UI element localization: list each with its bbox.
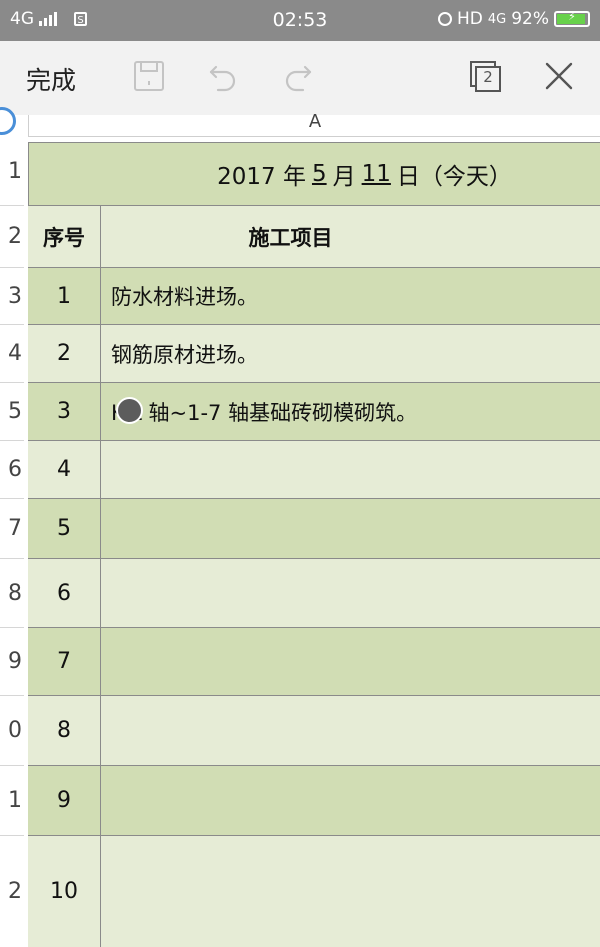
row-number[interactable]: 6 xyxy=(0,441,24,499)
table-row: 4 xyxy=(28,441,600,499)
title-month-suffix: 月 xyxy=(332,164,356,190)
table-row: 9 xyxy=(28,766,600,836)
column-header: A xyxy=(0,107,600,137)
status-right: HD 4G 92% ⚡ xyxy=(437,9,590,29)
row-number[interactable]: 1 xyxy=(0,766,24,836)
header-seq-cell[interactable]: 序号 xyxy=(28,206,101,267)
seq-cell[interactable]: 10 xyxy=(28,836,101,947)
seq-cell[interactable]: 4 xyxy=(28,441,101,498)
table-row: 6 xyxy=(28,559,600,628)
status-bar: 4G S 02:53 HD 4G 92% ⚡ xyxy=(0,0,600,41)
item-cell[interactable] xyxy=(101,696,600,765)
row-number-gutter: 1 2 3 4 5 6 7 8 9 0 1 2 xyxy=(0,137,28,947)
header-item-cell[interactable]: 施工项目 xyxy=(101,206,600,267)
seq-cell[interactable]: 5 xyxy=(28,499,101,558)
close-icon[interactable] xyxy=(542,59,576,93)
save-icon[interactable] xyxy=(132,59,166,93)
item-cell[interactable] xyxy=(101,766,600,835)
toolbar: 完成 2 xyxy=(0,41,600,116)
table-row: 8 xyxy=(28,696,600,766)
title-day-suffix: 日（今天） xyxy=(396,164,512,190)
redo-icon[interactable] xyxy=(281,59,315,93)
hd-label: HD xyxy=(456,9,483,29)
item-cell[interactable] xyxy=(101,441,600,498)
title-year: 2017 年 xyxy=(217,164,306,190)
date-title: 2017 年 5 月 11 日（今天） xyxy=(29,143,600,205)
table-row: 10 xyxy=(28,836,600,947)
table-row: 7 xyxy=(28,628,600,696)
row-number[interactable]: 2 xyxy=(0,206,24,268)
item-cell[interactable]: K-L 轴~1-7 轴基础砖砌模砌筑。 xyxy=(101,383,600,440)
table-row: 1 防水材料进场。 xyxy=(28,268,600,325)
undo-icon[interactable] xyxy=(206,59,240,93)
battery-percent: 92% xyxy=(511,9,549,29)
network-type-right: 4G xyxy=(487,11,507,27)
title-month: 5 xyxy=(311,161,327,187)
seq-cell[interactable]: 9 xyxy=(28,766,101,835)
row-number[interactable]: 2 xyxy=(0,836,24,947)
item-cell[interactable] xyxy=(101,559,600,627)
row-number[interactable]: 5 xyxy=(0,383,24,441)
seq-cell[interactable]: 6 xyxy=(28,559,101,627)
sheet-count: 2 xyxy=(483,68,493,86)
table-row: 2 钢筋原材进场。 xyxy=(28,325,600,383)
row-number[interactable]: 9 xyxy=(0,628,24,696)
seq-cell[interactable]: 3 xyxy=(28,383,101,440)
row-number[interactable]: 1 xyxy=(0,137,24,206)
seq-cell[interactable]: 8 xyxy=(28,696,101,765)
item-cell[interactable]: 防水材料进场。 xyxy=(101,268,600,324)
title-row[interactable]: 2017 年 5 月 11 日（今天） xyxy=(28,142,600,206)
row-number[interactable]: 0 xyxy=(0,696,24,766)
column-header-a[interactable]: A xyxy=(28,113,600,137)
seq-cell[interactable]: 1 xyxy=(28,268,101,324)
row-number[interactable]: 4 xyxy=(0,325,24,383)
item-cell[interactable] xyxy=(101,499,600,558)
row-number[interactable]: 8 xyxy=(0,559,24,628)
selection-handle[interactable] xyxy=(116,397,143,424)
table-row: 5 xyxy=(28,499,600,559)
row-number[interactable]: 7 xyxy=(0,499,24,559)
spreadsheet-grid: 2017 年 5 月 11 日（今天） 序号 施工项目 1 防水材料进场。 2 … xyxy=(28,142,600,947)
item-cell[interactable]: 钢筋原材进场。 xyxy=(101,325,600,382)
header-row: 序号 施工项目 xyxy=(28,206,600,268)
row-number[interactable]: 3 xyxy=(0,268,24,325)
item-cell[interactable] xyxy=(101,628,600,695)
table-row: 3 K-L 轴~1-7 轴基础砖砌模砌筑。 xyxy=(28,383,600,441)
seq-cell[interactable]: 2 xyxy=(28,325,101,382)
item-cell[interactable] xyxy=(101,836,600,947)
done-button[interactable]: 完成 xyxy=(26,61,76,97)
charging-bolt-icon: ⚡ xyxy=(568,10,576,23)
seq-cell[interactable]: 7 xyxy=(28,628,101,695)
title-day: 11 xyxy=(361,161,391,187)
alarm-icon xyxy=(437,12,452,26)
battery-icon: ⚡ xyxy=(554,10,590,27)
